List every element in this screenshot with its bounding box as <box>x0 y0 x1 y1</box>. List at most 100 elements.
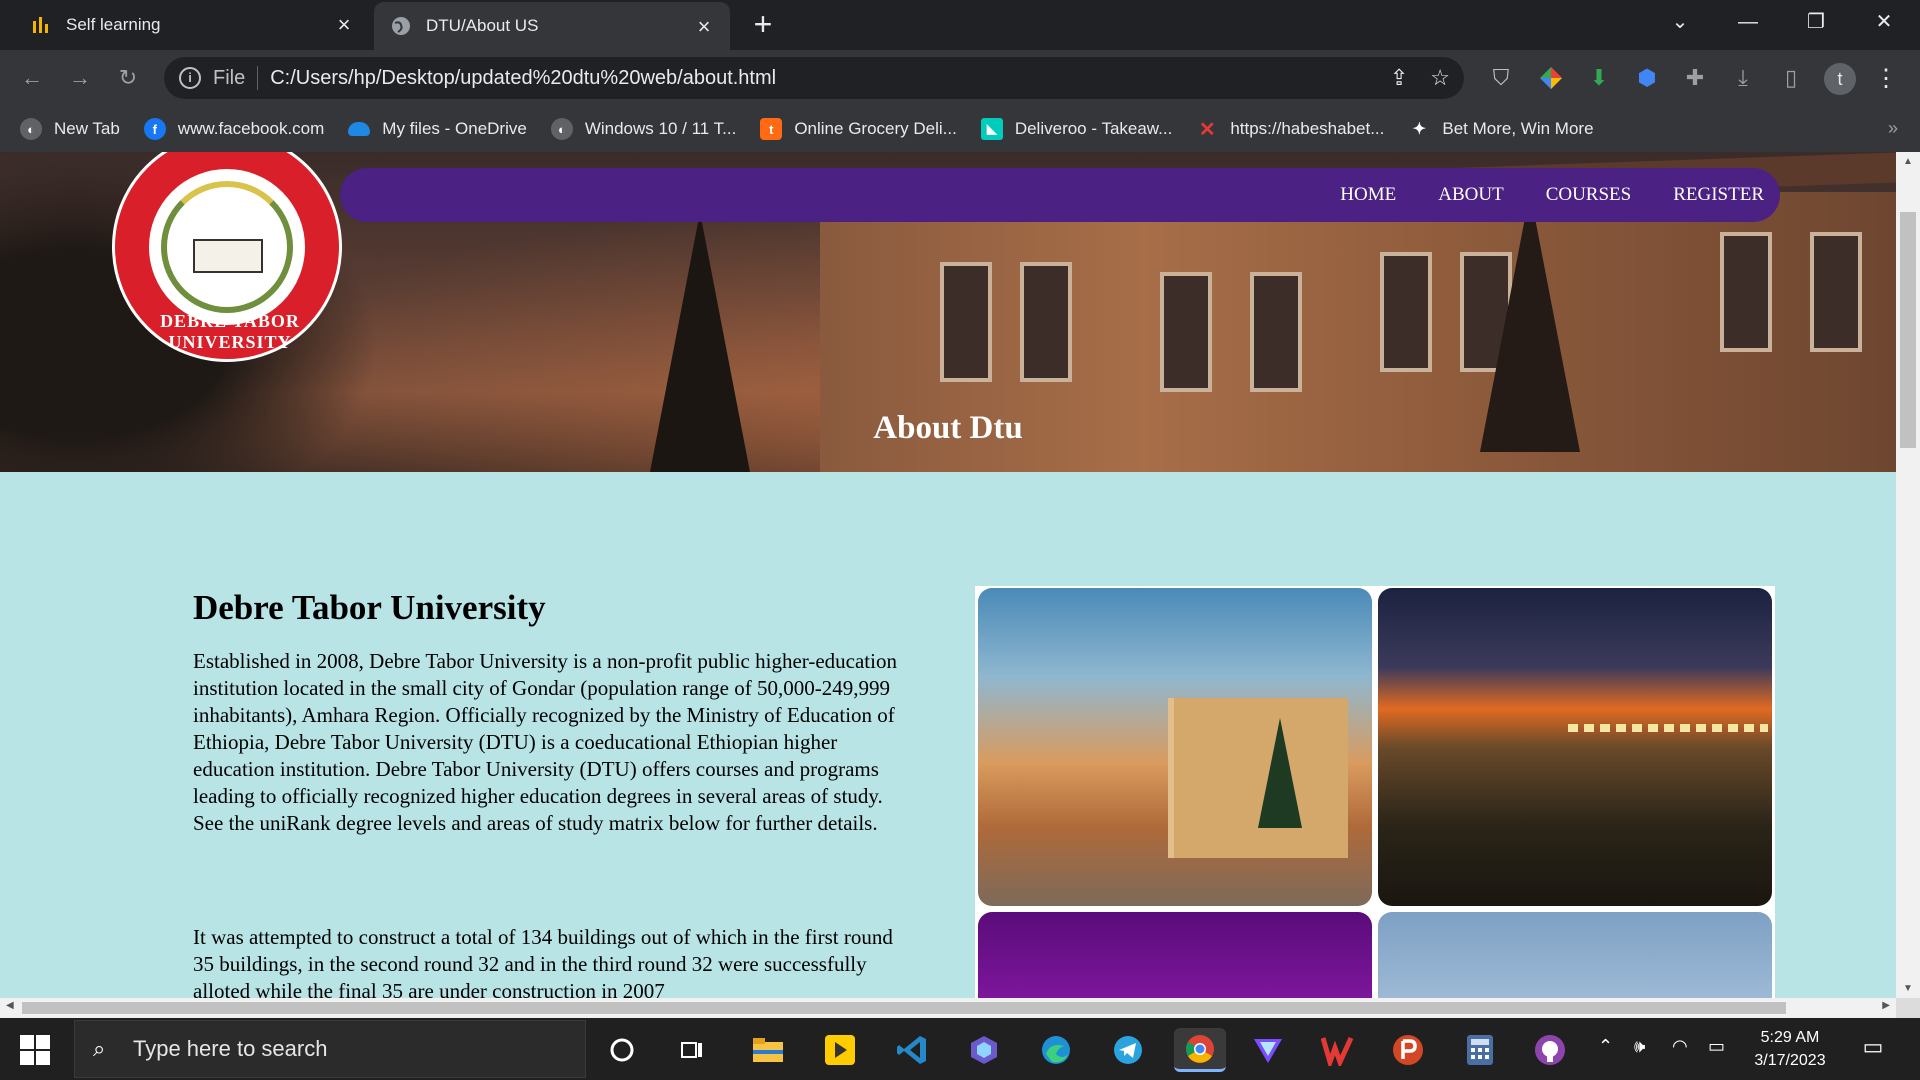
main-navbar: HOME ABOUT COURSES REGISTER <box>340 168 1780 222</box>
bookmark-label: https://habeshabet... <box>1230 119 1385 138</box>
scroll-down-icon[interactable]: ▼ <box>1896 983 1920 994</box>
windows-start-icon[interactable] <box>14 1032 54 1066</box>
player-icon[interactable] <box>818 1028 862 1072</box>
diamond-extension-icon[interactable] <box>1536 63 1566 93</box>
bookmark-windows[interactable]: ◐ Windows 10 / 11 T... <box>550 118 736 140</box>
bookmark-label: Online Grocery Deli... <box>794 119 957 138</box>
reload-icon[interactable]: ↻ <box>112 62 144 94</box>
bookmark-new-tab[interactable]: ◐ New Tab <box>20 118 120 140</box>
scroll-left-icon[interactable]: ◀ <box>6 1000 14 1011</box>
clock-time: 5:29 AM <box>1760 1029 1820 1046</box>
scroll-right-icon[interactable]: ▶ <box>1882 1000 1890 1011</box>
wps-icon[interactable] <box>1316 1028 1360 1072</box>
vertical-scrollbar[interactable]: ▲ ▼ <box>1896 152 1920 998</box>
tab-title: DTU/About US <box>426 16 539 35</box>
book-icon <box>193 239 263 273</box>
bookmark-bet[interactable]: ✦ Bet More, Win More <box>1408 118 1594 140</box>
bookmark-onedrive[interactable]: My files - OneDrive <box>348 119 527 139</box>
hero-banner: HOME ABOUT COURSES REGISTER DEBRE TABOR … <box>0 152 1896 472</box>
bookmarks-bar: ◐ New Tab f www.facebook.com My files - On… <box>0 106 1920 152</box>
telegram-icon[interactable] <box>1106 1028 1150 1072</box>
hero-title: About Dtu <box>873 410 1023 446</box>
download-arrow-extension-icon[interactable]: ⬇ <box>1584 63 1614 93</box>
scrollbar-thumb[interactable] <box>22 1002 1786 1014</box>
cortana-icon[interactable] <box>600 1028 644 1072</box>
file-explorer-icon[interactable] <box>746 1028 790 1072</box>
close-tab-icon[interactable]: × <box>692 15 716 39</box>
address-divider <box>257 66 259 90</box>
downloads-icon[interactable]: ⤓ <box>1728 63 1758 93</box>
about-section: Debre Tabor University Established in 20… <box>0 472 1896 998</box>
campus-purple-photo <box>978 912 1372 998</box>
windows-taskbar: ⌕ Type here to search ⌃ 🕪 ◠ ▭ 5:29 AM 3/… <box>0 1018 1920 1080</box>
more-bookmarks-icon[interactable]: » <box>1888 118 1898 139</box>
nav-home-link[interactable]: HOME <box>1340 184 1396 206</box>
tab-dtu-about[interactable]: DTU/About US × <box>374 2 730 50</box>
bookmark-grocery[interactable]: t Online Grocery Deli... <box>760 118 957 140</box>
scrollbar-thumb[interactable] <box>1900 212 1916 448</box>
shield-extension-icon[interactable]: ⛉ <box>1486 63 1516 93</box>
chart-bars-icon <box>30 14 52 36</box>
github-icon[interactable] <box>1528 1028 1572 1072</box>
campus-sky-photo <box>1378 912 1772 998</box>
close-tab-icon[interactable]: × <box>332 13 356 37</box>
show-hidden-icons[interactable]: ⌃ <box>1598 1036 1613 1057</box>
bookmark-facebook[interactable]: f www.facebook.com <box>143 118 324 140</box>
taskbar-search-box[interactable]: ⌕ Type here to search <box>74 1020 586 1078</box>
scroll-up-icon[interactable]: ▲ <box>1896 156 1920 167</box>
profile-avatar[interactable]: t <box>1824 63 1856 95</box>
minimize-button[interactable]: — <box>1718 0 1778 44</box>
bookmark-label: My files - OneDrive <box>382 119 527 138</box>
menu-dots-icon[interactable]: ⋮ <box>1874 63 1898 95</box>
campus-daytime-photo <box>978 588 1372 906</box>
wifi-icon[interactable]: ◠ <box>1672 1036 1688 1057</box>
globe-icon <box>390 15 412 37</box>
copilot-icon[interactable] <box>962 1028 1006 1072</box>
puzzle-icon[interactable]: ✚ <box>1680 63 1710 93</box>
page-viewport: HOME ABOUT COURSES REGISTER DEBRE TABOR … <box>0 152 1896 998</box>
notification-icon[interactable]: ▭ <box>1858 1034 1888 1064</box>
bet-icon: ✦ <box>1412 121 1427 138</box>
powerpoint-icon[interactable] <box>1386 1028 1430 1072</box>
side-panel-icon[interactable]: ▯ <box>1776 63 1806 93</box>
shield-blue-extension-icon[interactable]: ⬢ <box>1632 63 1662 93</box>
nav-register-link[interactable]: REGISTER <box>1673 184 1764 206</box>
share-icon[interactable]: ⇪ <box>1390 65 1408 91</box>
vpn-icon[interactable] <box>1246 1028 1290 1072</box>
habeshabet-icon: ✕ <box>1198 118 1216 141</box>
volume-icon[interactable]: 🕪 <box>1634 1036 1645 1057</box>
bookmark-label: New Tab <box>54 119 120 138</box>
url-text[interactable]: C:/Users/hp/Desktop/updated%20dtu%20web/… <box>270 67 776 90</box>
bookmark-deliveroo[interactable]: ◣ Deliveroo - Takeaw... <box>980 118 1172 140</box>
vscode-icon[interactable] <box>890 1028 934 1072</box>
new-tab-button[interactable]: + <box>748 8 778 40</box>
battery-icon[interactable]: ▭ <box>1708 1036 1725 1057</box>
photo-gallery <box>975 586 1775 998</box>
chrome-icon[interactable] <box>1174 1028 1226 1072</box>
university-logo[interactable]: DEBRE TABOR UNIVERSITY <box>112 152 342 362</box>
forward-icon[interactable]: → <box>64 62 96 94</box>
horizontal-scrollbar[interactable]: ◀ ▶ <box>0 998 1896 1018</box>
info-icon[interactable]: i <box>179 67 201 89</box>
history-paragraph: It was attempted to construct a total of… <box>193 925 893 998</box>
system-clock[interactable]: 5:29 AM 3/17/2023 <box>1740 1026 1840 1072</box>
facebook-icon: f <box>143 118 166 140</box>
address-bar[interactable]: i File C:/Users/hp/Desktop/updated%20dtu… <box>164 57 1464 99</box>
globe-icon: ◐ <box>550 118 573 140</box>
logo-text: DEBRE TABOR UNIVERSITY <box>160 311 300 352</box>
onedrive-icon <box>348 122 371 136</box>
bookmark-label: Bet More, Win More <box>1442 119 1594 138</box>
restore-button[interactable]: ❐ <box>1786 0 1846 44</box>
back-icon[interactable]: ← <box>16 62 48 94</box>
calculator-icon[interactable] <box>1458 1028 1502 1072</box>
tab-title: Self learning <box>66 15 161 34</box>
nav-about-link[interactable]: ABOUT <box>1438 184 1503 206</box>
task-view-icon[interactable] <box>670 1028 714 1072</box>
bookmark-habeshabet[interactable]: ✕ https://habeshabet... <box>1196 118 1385 141</box>
tab-self-learning[interactable]: Self learning × <box>0 0 370 50</box>
tab-search-icon[interactable]: ⌄ <box>1650 0 1710 44</box>
edge-icon[interactable] <box>1034 1028 1078 1072</box>
bookmark-star-icon[interactable]: ☆ <box>1430 65 1450 91</box>
close-window-button[interactable]: ✕ <box>1854 0 1914 44</box>
nav-courses-link[interactable]: COURSES <box>1546 184 1632 206</box>
